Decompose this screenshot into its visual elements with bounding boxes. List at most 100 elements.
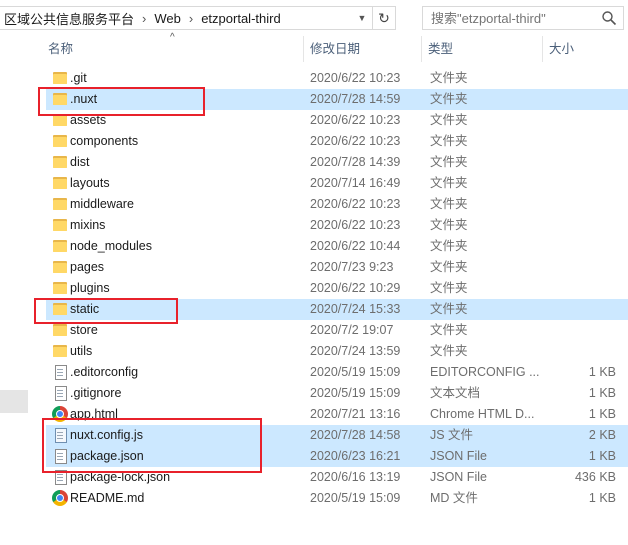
file-date: 2020/6/22 10:23 (310, 134, 401, 148)
folder-icon (52, 112, 68, 128)
chevron-down-icon[interactable]: ▼ (353, 8, 371, 28)
file-row[interactable]: package.json 2020/6/23 16:21 JSON File 1 KB (46, 446, 628, 467)
file-type: 文件夹 (430, 113, 468, 127)
file-name: components (70, 134, 139, 148)
folder-icon (52, 301, 68, 317)
file-type: MD 文件 (430, 491, 478, 505)
folder-icon (52, 343, 68, 359)
file-type: 文本文档 (430, 386, 481, 400)
file-row[interactable]: node_modules 2020/6/22 10:44 文件夹 (46, 236, 628, 257)
file-type: 文件夹 (430, 281, 468, 295)
file-name: store (70, 323, 98, 337)
file-row[interactable]: nuxt.config.js 2020/7/28 14:58 JS 文件 2 KB (46, 425, 628, 446)
file-date: 2020/7/21 13:16 (310, 407, 401, 421)
breadcrumb-0[interactable]: 区域公共信息服务平台 (0, 9, 138, 28)
file-date: 2020/6/23 16:21 (310, 449, 401, 463)
file-date: 2020/5/19 15:09 (310, 491, 401, 505)
file-name: .git (70, 71, 87, 85)
search-icon[interactable] (601, 10, 617, 26)
file-date: 2020/7/24 15:33 (310, 302, 401, 316)
file-row[interactable]: README.md 2020/5/19 15:09 MD 文件 1 KB (46, 488, 628, 509)
file-row[interactable]: assets 2020/6/22 10:23 文件夹 (46, 110, 628, 131)
nav-selected-item[interactable] (0, 390, 28, 413)
breadcrumb-1[interactable]: Web (150, 11, 185, 26)
address-bar[interactable]: 区域公共信息服务平台 › Web › etzportal-third ▼ ↻ (0, 6, 396, 30)
file-date: 2020/6/22 10:23 (310, 197, 401, 211)
file-row[interactable]: .gitignore 2020/5/19 15:09 文本文档 1 KB (46, 383, 628, 404)
file-row[interactable]: plugins 2020/6/22 10:29 文件夹 (46, 278, 628, 299)
file-date: 2020/7/23 9:23 (310, 260, 394, 274)
file-type: 文件夹 (430, 302, 468, 316)
file-name: package.json (70, 449, 144, 463)
file-row[interactable]: utils 2020/7/24 13:59 文件夹 (46, 341, 628, 362)
file-row[interactable]: layouts 2020/7/14 16:49 文件夹 (46, 173, 628, 194)
file-size: 436 KB (574, 470, 616, 484)
file-name: middleware (70, 197, 134, 211)
file-name: .gitignore (70, 386, 122, 400)
file-date: 2020/7/28 14:58 (310, 428, 401, 442)
search-box[interactable] (422, 6, 624, 30)
file-size: 1 KB (588, 449, 616, 463)
file-name: static (70, 302, 100, 316)
file-name: layouts (70, 176, 110, 190)
folder-icon (52, 70, 68, 86)
refresh-icon[interactable]: ↻ (372, 7, 395, 29)
file-name: pages (70, 260, 105, 274)
file-type: 文件夹 (430, 176, 468, 190)
chrome-icon (52, 490, 68, 506)
file-row[interactable]: middleware 2020/6/22 10:23 文件夹 (46, 194, 628, 215)
column-type[interactable]: 类型 (421, 36, 546, 62)
file-type: 文件夹 (430, 197, 468, 211)
file-row[interactable]: dist 2020/7/28 14:39 文件夹 (46, 152, 628, 173)
file-row[interactable]: static 2020/7/24 15:33 文件夹 (46, 299, 628, 320)
file-date: 2020/5/19 15:09 (310, 365, 401, 379)
column-size[interactable]: 大小 (542, 36, 628, 62)
chevron-right-icon[interactable]: › (185, 11, 197, 26)
file-name: .editorconfig (70, 365, 139, 379)
file-name: dist (70, 155, 90, 169)
file-type: JSON File (430, 449, 487, 463)
file-date: 2020/6/22 10:23 (310, 218, 401, 232)
file-row[interactable]: store 2020/7/2 19:07 文件夹 (46, 320, 628, 341)
file-type: 文件夹 (430, 323, 468, 337)
navigation-pane[interactable] (0, 34, 28, 545)
folder-icon (52, 217, 68, 233)
file-row[interactable]: mixins 2020/6/22 10:23 文件夹 (46, 215, 628, 236)
file-row[interactable]: package-lock.json 2020/6/16 13:19 JSON Fil… (46, 467, 628, 488)
file-icon (52, 448, 68, 464)
file-row[interactable]: .git 2020/6/22 10:23 文件夹 (46, 68, 628, 89)
breadcrumb-2[interactable]: etzportal-third (197, 11, 284, 26)
file-size: 2 KB (588, 428, 616, 442)
folder-icon (52, 196, 68, 212)
file-row[interactable]: .nuxt 2020/7/28 14:59 文件夹 (46, 89, 628, 110)
file-type: 文件夹 (430, 155, 468, 169)
file-icon (52, 385, 68, 401)
file-type: EDITORCONFIG ... (430, 365, 540, 379)
column-date[interactable]: 修改日期 (303, 36, 425, 62)
file-date: 2020/6/22 10:23 (310, 71, 401, 85)
js-file-icon (52, 427, 68, 443)
file-date: 2020/7/14 16:49 (310, 176, 401, 190)
file-row[interactable]: app.html 2020/7/21 13:16 Chrome HTML D... 1… (46, 404, 628, 425)
search-input[interactable] (429, 9, 593, 27)
file-type: Chrome HTML D... (430, 407, 535, 421)
file-size: 1 KB (588, 386, 616, 400)
file-date: 2020/7/2 19:07 (310, 323, 394, 337)
file-row[interactable]: pages 2020/7/23 9:23 文件夹 (46, 257, 628, 278)
folder-icon (52, 259, 68, 275)
file-size: 1 KB (588, 491, 616, 505)
file-date: 2020/7/28 14:59 (310, 92, 401, 106)
file-date: 2020/6/22 10:44 (310, 239, 401, 253)
file-row[interactable]: components 2020/6/22 10:23 文件夹 (46, 131, 628, 152)
column-name[interactable]: 名称 (48, 36, 302, 62)
file-type: 文件夹 (430, 239, 468, 253)
folder-icon (52, 154, 68, 170)
file-name: nuxt.config.js (70, 428, 143, 442)
file-date: 2020/5/19 15:09 (310, 386, 401, 400)
column-header: ^ 名称 修改日期 类型 大小 (42, 32, 628, 62)
file-type: JS 文件 (430, 428, 474, 442)
folder-icon (52, 322, 68, 338)
file-row[interactable]: .editorconfig 2020/5/19 15:09 EDITORCONFIG… (46, 362, 628, 383)
chevron-right-icon[interactable]: › (138, 11, 150, 26)
folder-icon (52, 280, 68, 296)
